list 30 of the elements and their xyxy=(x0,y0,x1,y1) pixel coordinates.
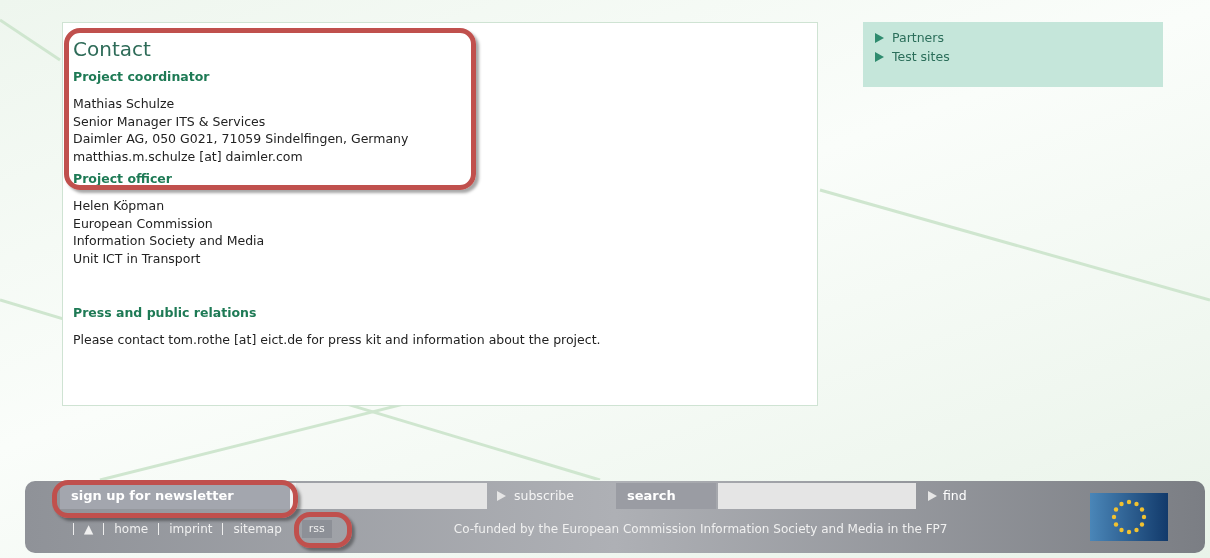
footer-link[interactable]: imprint xyxy=(169,520,213,538)
eu-flag-icon xyxy=(1090,493,1168,541)
search-label: search xyxy=(616,483,716,509)
sidebar-link[interactable]: Test sites xyxy=(875,49,1163,65)
section-heading: Project officer xyxy=(73,171,173,187)
sidebar-link[interactable]: Partners xyxy=(875,30,1163,46)
footer-link[interactable]: sitemap xyxy=(233,520,282,538)
contact-line: Information Society and Media xyxy=(73,232,266,250)
section-heading: Press and public relations xyxy=(73,305,258,321)
triangle-icon xyxy=(497,491,506,501)
footer-link[interactable]: ▲ xyxy=(84,520,94,538)
subscribe-button[interactable]: subscribe xyxy=(497,486,574,506)
contact-line: Please contact tom.rothe [at] eict.de for press kit and information about the project. xyxy=(73,331,602,349)
footer-link[interactable]: rss xyxy=(301,519,332,539)
contact-line: Unit ICT in Transport xyxy=(73,249,202,267)
newsletter-input[interactable] xyxy=(290,483,487,509)
contact-line: Helen Köpman xyxy=(73,197,166,215)
triangle-icon xyxy=(928,491,937,501)
page-title: Contact xyxy=(73,37,152,61)
search-input[interactable] xyxy=(718,483,916,509)
contact-line: Senior Manager ITS & Services xyxy=(73,112,267,130)
contact-line: matthias.m.schulze [at] daimler.com xyxy=(73,147,304,165)
find-button[interactable]: find xyxy=(928,486,967,506)
contact-line: Daimler AG, 050 G021, 71059 Sindelfingen, Germany xyxy=(73,130,410,148)
footer-link[interactable]: home xyxy=(114,520,149,538)
newsletter-label: sign up for newsletter xyxy=(60,483,290,509)
contact-line: European Commission xyxy=(73,214,214,232)
section-heading: Project coordinator xyxy=(73,69,211,85)
contact-line: Mathias Schulze xyxy=(73,95,176,113)
cofunded-text: Co-funded by the European Commission Information Society and Media in the FP7 xyxy=(453,521,948,538)
